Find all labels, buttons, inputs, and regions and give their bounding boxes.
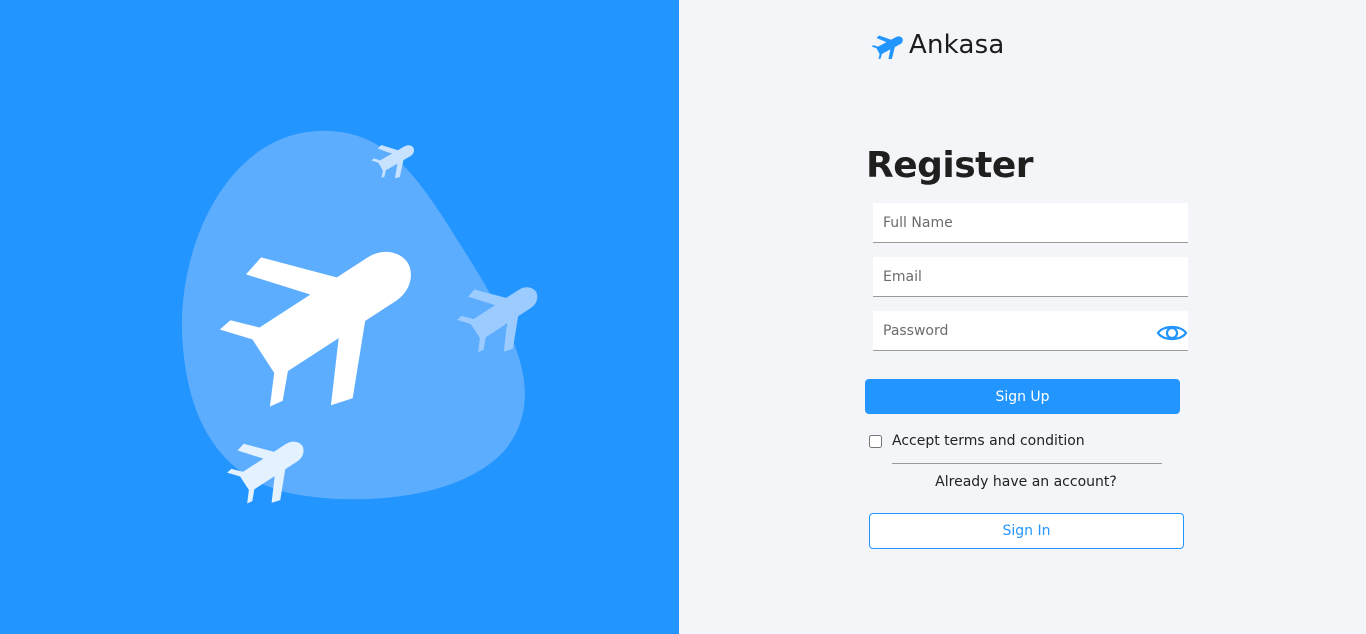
terms-label: Accept terms and condition — [892, 433, 1085, 449]
brand-logo: Ankasa — [869, 30, 1004, 60]
email-input[interactable] — [873, 257, 1188, 297]
sign-up-button[interactable]: Sign Up — [865, 379, 1180, 414]
terms-checkbox[interactable] — [869, 434, 882, 448]
page-title: Register — [866, 145, 1034, 186]
illustration-panel — [0, 0, 679, 634]
register-page: Ankasa Register Sign Up Accept terms and… — [0, 0, 1366, 634]
eye-icon[interactable] — [1156, 321, 1188, 345]
plane-icon — [869, 31, 907, 59]
terms-row: Accept terms and condition — [869, 433, 1085, 449]
already-have-account-text: Already have an account? — [935, 474, 1117, 490]
register-form-panel: Ankasa Register Sign Up Accept terms and… — [679, 0, 1366, 634]
password-input[interactable] — [873, 311, 1188, 351]
illustration-svg — [181, 130, 538, 504]
full-name-input[interactable] — [873, 203, 1188, 243]
brand-name: Ankasa — [909, 30, 1005, 60]
sign-in-button[interactable]: Sign In — [869, 513, 1184, 549]
divider — [892, 463, 1162, 464]
